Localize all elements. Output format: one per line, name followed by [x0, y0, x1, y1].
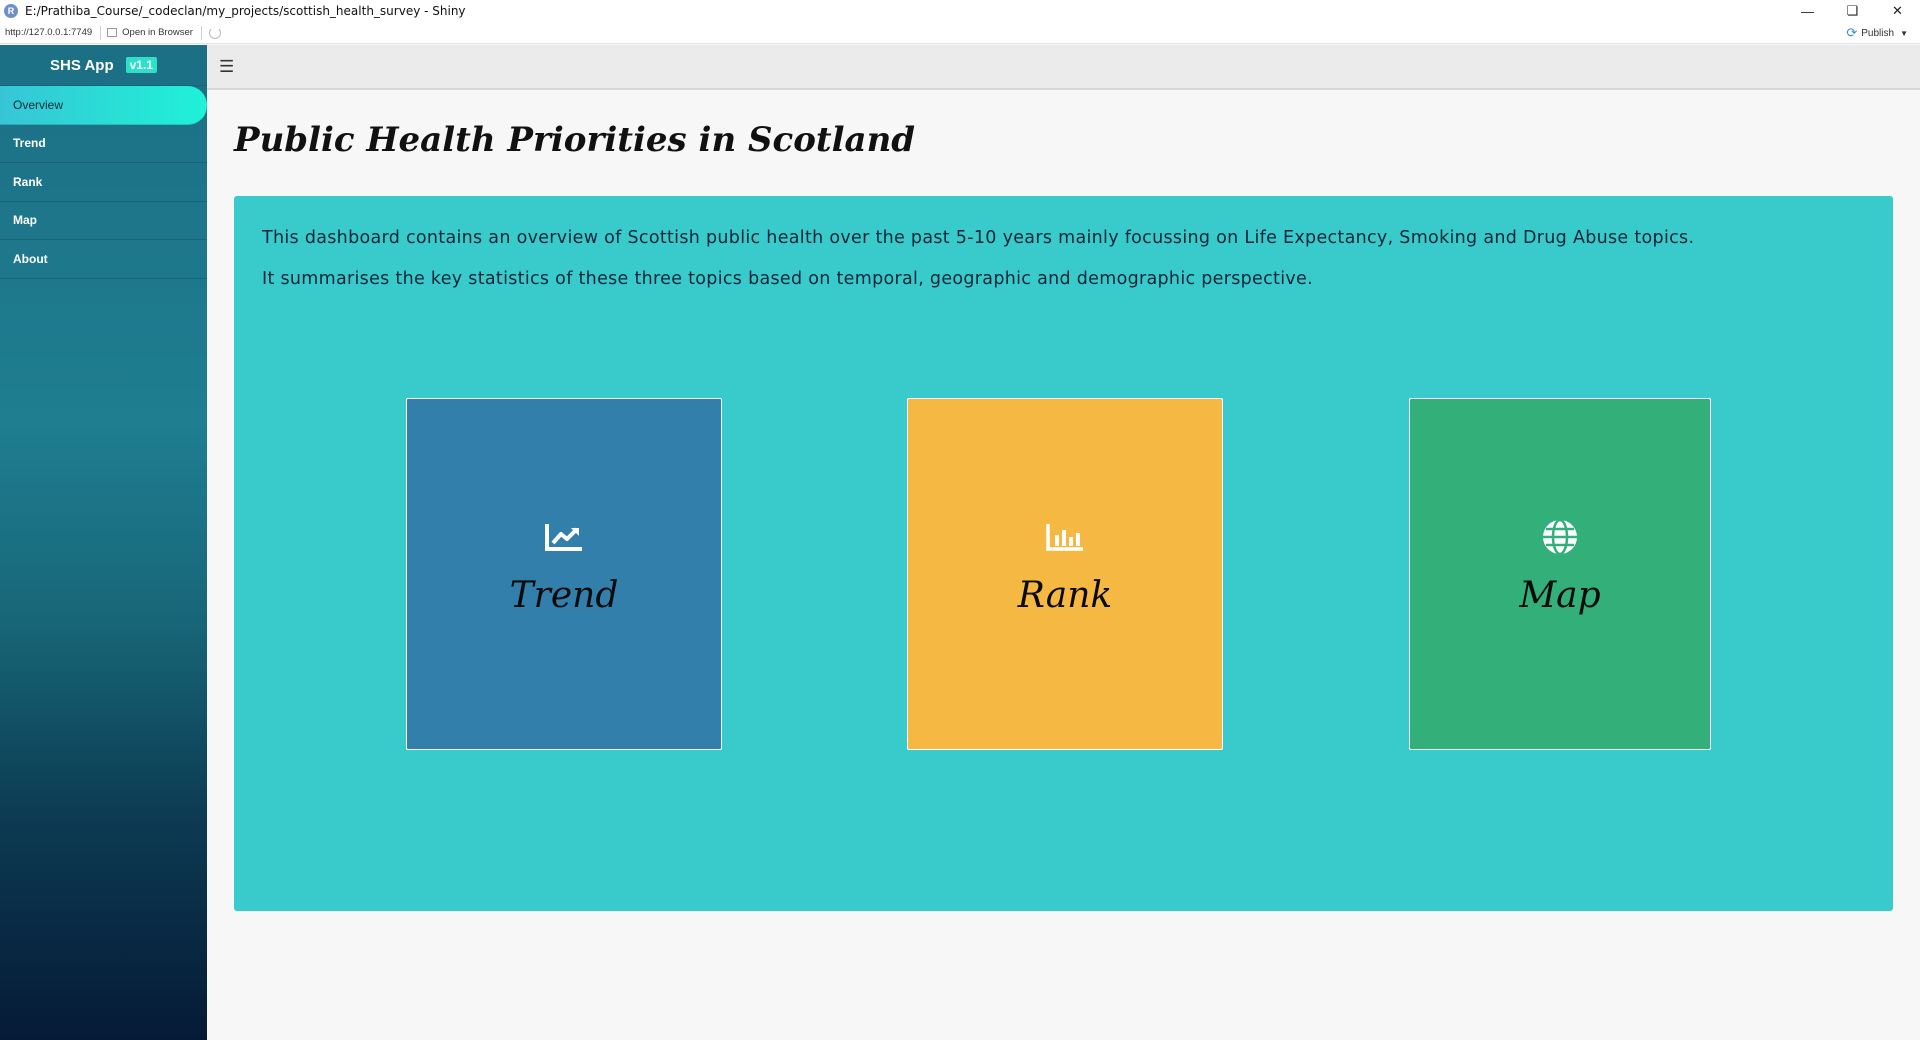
globe-icon	[1538, 518, 1582, 556]
viewer-toolbar: http://127.0.0.1:7749 Open in Browser ⟳ …	[0, 22, 1920, 44]
sidebar-item-label: Trend	[13, 136, 46, 151]
sidebar-item-rank[interactable]: Rank	[0, 163, 207, 202]
sidebar-item-label: Overview	[13, 97, 64, 112]
map-card-label: Map	[1519, 575, 1601, 616]
intro-text: This dashboard contains an overview of S…	[262, 226, 1694, 308]
sidebar-item-label: Rank	[13, 174, 43, 189]
trend-card-label: Trend	[509, 575, 619, 616]
window-title: E:/Prathiba_Course/_codeclan/my_projects…	[25, 4, 466, 18]
publish-button[interactable]: ⟳ Publish ▼	[1846, 22, 1908, 44]
rank-card[interactable]: Rank	[907, 398, 1223, 750]
sidebar-item-label: About	[13, 251, 48, 266]
intro-paragraph-1: This dashboard contains an overview of S…	[262, 228, 1695, 248]
open-in-browser-button[interactable]: Open in Browser	[107, 25, 202, 40]
sidebar-item-overview[interactable]: Overview	[0, 86, 207, 125]
publish-label: Publish	[1861, 27, 1895, 39]
trend-card[interactable]: Trend	[406, 398, 722, 750]
sidebar-item-about[interactable]: About	[0, 240, 207, 279]
brand: SHS App v1.1	[0, 45, 207, 86]
sidebar-item-map[interactable]: Map	[0, 202, 207, 240]
rank-card-label: Rank	[1017, 575, 1113, 616]
window-controls: — ❏ ✕	[1785, 0, 1920, 22]
window-titlebar: R E:/Prathiba_Course/_codeclan/my_projec…	[0, 0, 1920, 22]
sidebar-item-label: Map	[13, 213, 37, 228]
close-icon[interactable]: ✕	[1875, 0, 1920, 22]
sidebar-menu: Overview Trend Rank Map About	[0, 86, 207, 279]
intro-paragraph-2: It summarises the key statistics of thes…	[262, 269, 1313, 289]
map-card[interactable]: Map	[1409, 398, 1711, 750]
overview-panel: This dashboard contains an overview of S…	[234, 196, 1893, 911]
refresh-icon[interactable]	[208, 26, 221, 39]
minimize-icon[interactable]: —	[1785, 0, 1830, 22]
hamburger-icon[interactable]: ☰	[219, 57, 234, 77]
sidebar: SHS App v1.1 Overview Trend Rank Map Abo…	[0, 45, 207, 1040]
page-title: Public Health Priorities in Scotland	[234, 120, 916, 160]
sidebar-item-trend[interactable]: Trend	[0, 125, 207, 163]
open-in-browser-label: Open in Browser	[122, 27, 193, 38]
brand-title: SHS App	[50, 56, 114, 74]
top-header: ☰	[207, 45, 1920, 90]
chevron-down-icon: ▼	[1900, 28, 1908, 38]
r-app-icon: R	[4, 4, 18, 18]
bar-chart-icon	[1043, 519, 1087, 555]
restore-icon[interactable]: ❏	[1830, 0, 1875, 22]
publish-icon: ⟳	[1846, 25, 1858, 40]
main-content: Public Health Priorities in Scotland Thi…	[207, 90, 1920, 1040]
browser-icon	[107, 28, 118, 37]
line-chart-icon	[542, 519, 586, 555]
url-text[interactable]: http://127.0.0.1:7749	[5, 25, 102, 40]
version-badge: v1.1	[125, 57, 157, 73]
